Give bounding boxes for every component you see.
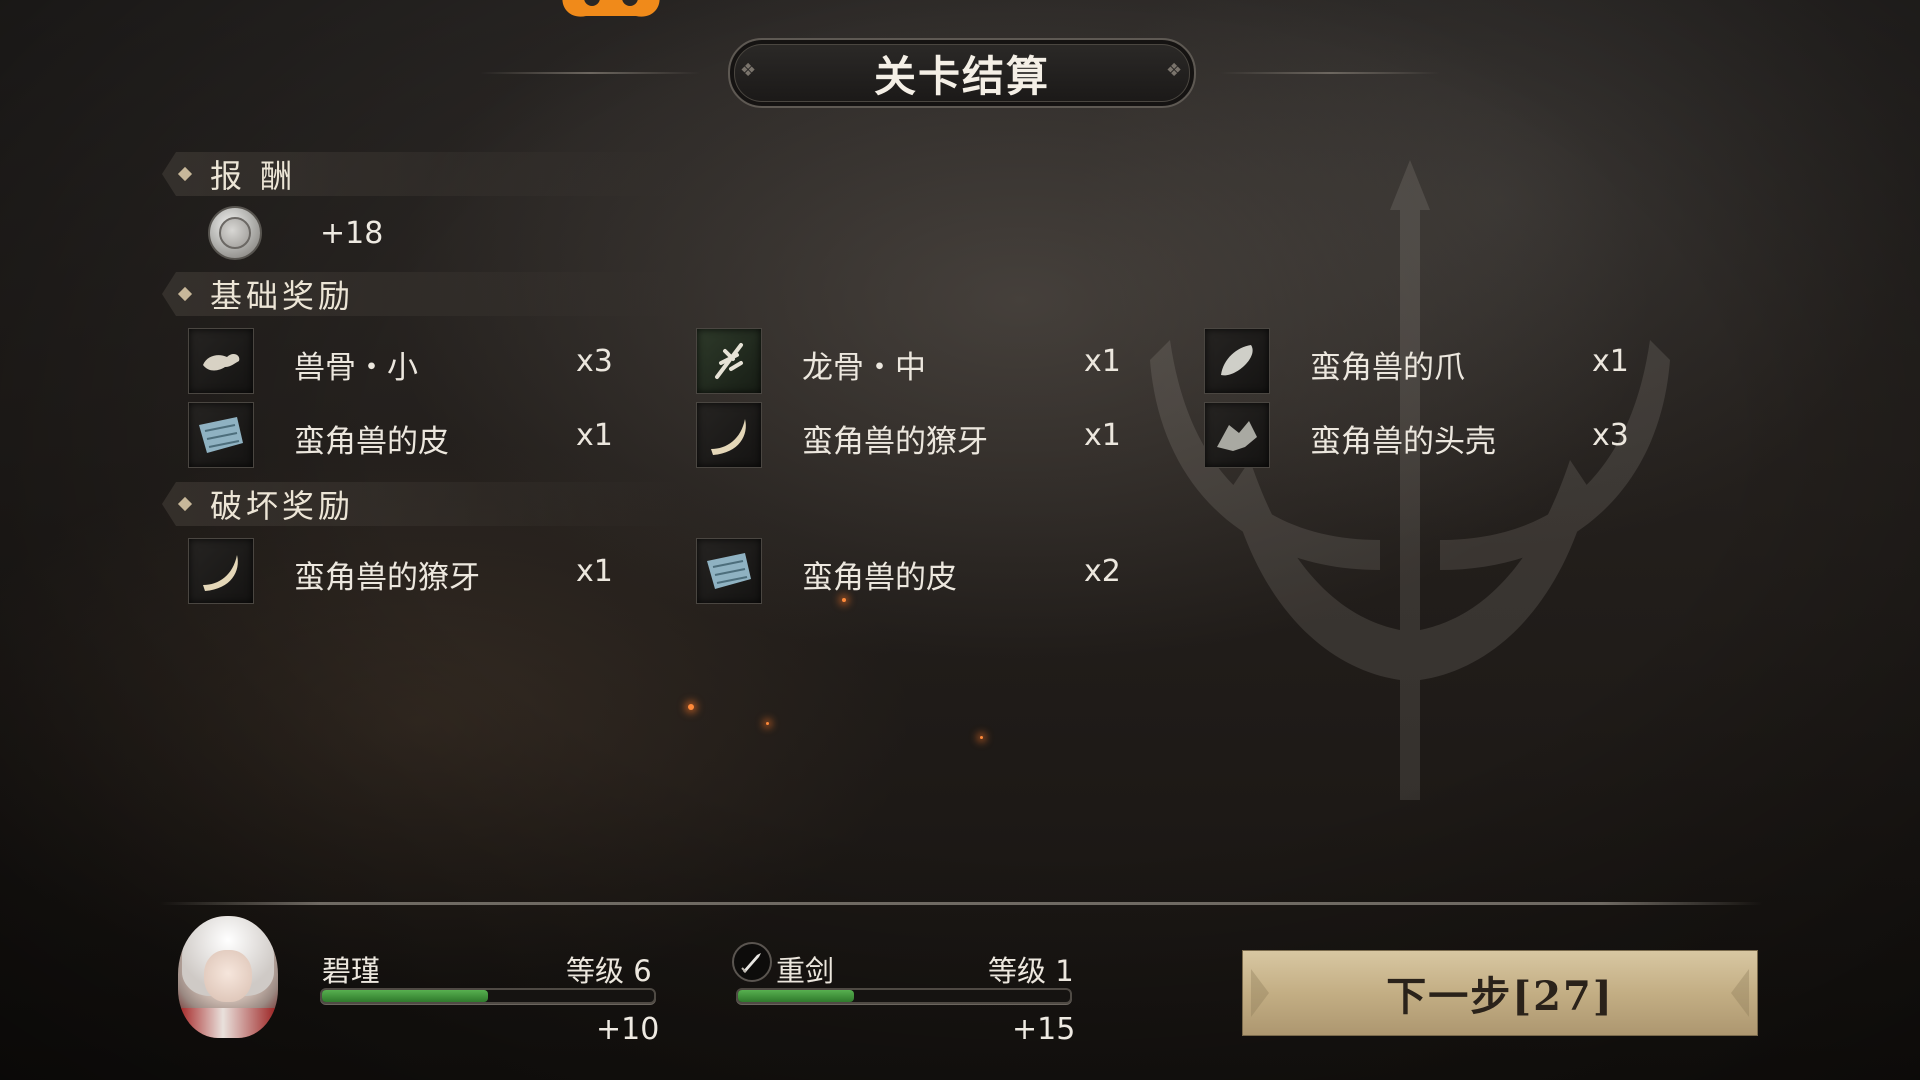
basic-item[interactable]: 蛮角兽的爪 x1 — [1204, 328, 1704, 396]
basic-item[interactable]: 龙骨・中 x1 — [696, 328, 1196, 396]
section-label: 破坏奖励 — [210, 487, 355, 525]
reward-row: +18 — [208, 206, 383, 260]
dragon-bone-icon — [696, 328, 762, 394]
trident-emblem-icon — [1150, 160, 1670, 800]
basic-item[interactable]: 蛮角兽的獠牙 x1 — [696, 402, 1196, 470]
weapon-name: 重剑 — [776, 954, 835, 988]
hide-icon — [188, 402, 254, 468]
item-quantity: x1 — [1084, 418, 1121, 453]
next-step-label: 下一步[27] — [1386, 973, 1614, 1020]
hide-icon — [696, 538, 762, 604]
item-name: 蛮角兽的獠牙 — [802, 424, 988, 460]
item-name: 龙骨・中 — [802, 350, 926, 386]
character-exp-gain: +10 — [596, 1012, 660, 1047]
claw-icon — [1204, 328, 1270, 394]
ember-particle — [766, 722, 769, 725]
section-label: 基础奖励 — [210, 277, 355, 315]
fang-icon — [696, 402, 762, 468]
item-name: 蛮角兽的皮 — [802, 560, 957, 596]
section-header-basic: 基础奖励 — [162, 272, 682, 316]
weapon-exp-gain: +15 — [1012, 1012, 1076, 1047]
result-screen: ❖ 关卡结算 ❖ 报 酬 +18 基础奖励 兽骨・小 x3 龙骨・中 x1 蛮角… — [0, 0, 1920, 1080]
button-edge-right-icon — [1731, 969, 1749, 1017]
diamond-bullet-icon — [177, 166, 193, 182]
title-line-left — [480, 72, 700, 74]
weapon-level: 等级 1 — [988, 954, 1074, 988]
ornament-right-icon: ❖ — [1166, 60, 1183, 81]
destruction-item[interactable]: 蛮角兽的皮 x2 — [696, 538, 1196, 606]
character-level: 等级 6 — [566, 954, 652, 988]
item-name: 蛮角兽的皮 — [294, 424, 449, 460]
item-quantity: x1 — [1592, 344, 1629, 379]
section-header-reward: 报 酬 — [162, 152, 682, 196]
diamond-bullet-icon — [177, 496, 193, 512]
ember-particle — [980, 736, 983, 739]
item-quantity: x2 — [1084, 554, 1121, 589]
item-quantity: x3 — [576, 344, 613, 379]
reward-amount: +18 — [320, 215, 384, 251]
section-header-destruction: 破坏奖励 — [162, 482, 682, 526]
silver-coin-icon — [208, 206, 262, 260]
button-edge-left-icon — [1251, 969, 1269, 1017]
fang-icon — [188, 538, 254, 604]
page-title: 关卡结算 — [873, 51, 1050, 101]
character-name: 碧瑾 — [322, 954, 381, 988]
next-step-button[interactable]: 下一步[27] — [1242, 950, 1758, 1036]
orange-badge-icon — [562, 0, 660, 17]
diamond-bullet-icon — [177, 286, 193, 302]
section-label: 报 酬 — [210, 157, 297, 195]
ember-particle — [688, 704, 694, 710]
basic-item[interactable]: 蛮角兽的头壳 x3 — [1204, 402, 1704, 470]
weapon-exp-bar — [736, 988, 1072, 1004]
character-avatar — [178, 916, 278, 1038]
item-quantity: x1 — [576, 418, 613, 453]
title-line-right — [1220, 72, 1440, 74]
title-plate: ❖ 关卡结算 ❖ — [728, 38, 1196, 108]
basic-item[interactable]: 蛮角兽的皮 x1 — [188, 402, 688, 470]
destruction-item[interactable]: 蛮角兽的獠牙 x1 — [188, 538, 688, 606]
weapon-exp-fill — [738, 990, 855, 1002]
skull-shell-icon — [1204, 402, 1270, 468]
character-exp-fill — [322, 990, 488, 1002]
item-quantity: x3 — [1592, 418, 1629, 453]
sword-icon — [732, 942, 772, 982]
item-name: 蛮角兽的獠牙 — [294, 560, 480, 596]
bottom-divider — [160, 902, 1762, 905]
item-name: 兽骨・小 — [294, 350, 418, 386]
character-exp-bar — [320, 988, 656, 1004]
ornament-left-icon: ❖ — [740, 60, 757, 81]
beast-bone-icon — [188, 328, 254, 394]
item-quantity: x1 — [576, 554, 613, 589]
item-quantity: x1 — [1084, 344, 1121, 379]
item-name: 蛮角兽的头壳 — [1310, 424, 1496, 460]
basic-item[interactable]: 兽骨・小 x3 — [188, 328, 688, 396]
item-name: 蛮角兽的爪 — [1310, 350, 1465, 386]
